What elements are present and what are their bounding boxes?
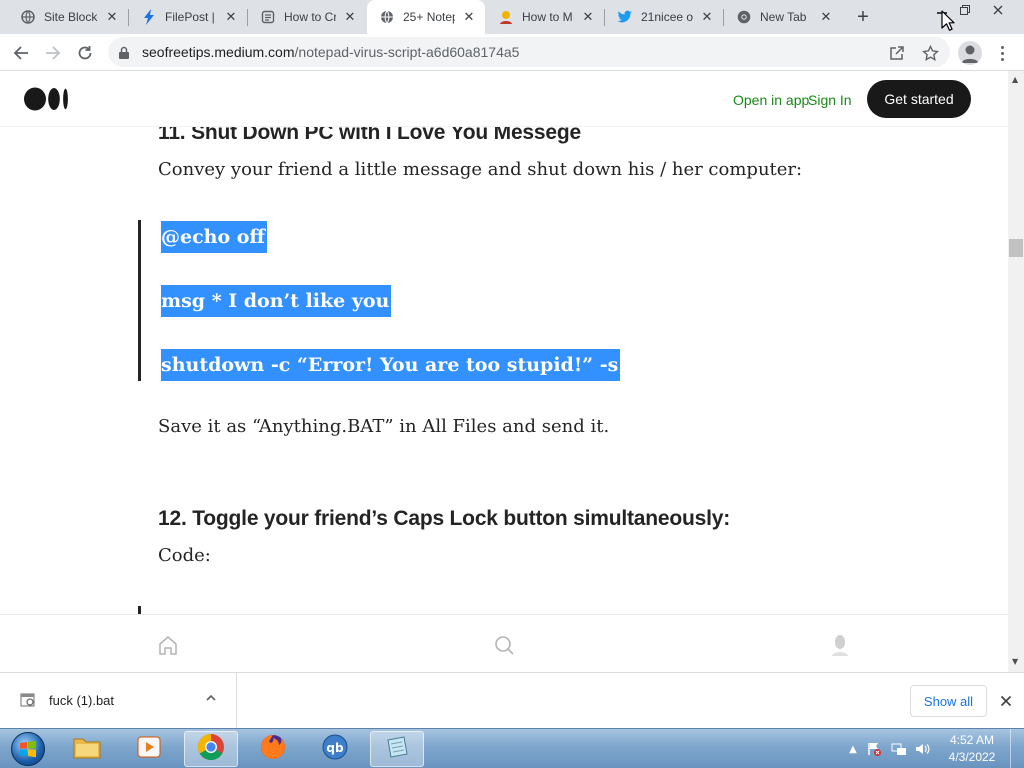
scroll-up-arrow-icon[interactable]: ▲	[1012, 75, 1018, 84]
show-desktop-button[interactable]	[1010, 729, 1024, 768]
windows-logo-icon	[11, 732, 45, 766]
tab-strip: Site Blocke ✕ FilePost | F ✕ How to Cr ✕…	[0, 0, 1024, 34]
tab-how-to-create[interactable]: How to Cr ✕	[248, 0, 366, 34]
section-intro-11: Convey your friend a little message and …	[158, 159, 803, 180]
forward-arrow-icon[interactable]	[40, 40, 66, 66]
twitter-icon	[617, 9, 633, 25]
network-icon[interactable]	[891, 741, 907, 757]
tab-title: How to Cr	[284, 10, 336, 24]
svg-text:qb: qb	[326, 741, 344, 755]
taskbar-notepad[interactable]	[370, 731, 424, 767]
tab-title: Site Blocke	[44, 10, 98, 24]
code-line-msg[interactable]: msg * I don’t like you	[161, 285, 392, 317]
url-path: /notepad-virus-script-a6d60a8174a5	[294, 44, 520, 60]
start-button[interactable]	[2, 730, 54, 768]
lock-icon[interactable]	[118, 45, 130, 64]
chrome-icon	[196, 732, 226, 766]
new-tab-button[interactable]: +	[851, 5, 875, 29]
medium-logo[interactable]	[24, 87, 70, 111]
reload-icon[interactable]	[72, 40, 98, 66]
user-avatar-icon[interactable]	[828, 633, 852, 657]
tab-site-blocker[interactable]: Site Blocke ✕	[8, 0, 128, 34]
taskbar-chrome[interactable]	[184, 731, 238, 767]
home-icon[interactable]	[156, 633, 180, 657]
folder-icon	[72, 734, 102, 764]
tab-title: How to M	[522, 10, 573, 24]
close-tab-icon[interactable]: ✕	[580, 9, 596, 25]
chevron-up-icon[interactable]	[205, 692, 217, 707]
medium-header: Open in app Sign In Get started	[0, 71, 1008, 127]
scrollbar-thumb[interactable]	[1009, 239, 1023, 257]
windows-taskbar: qb ▲ 4:52 AM 4/3/2022	[0, 728, 1024, 768]
download-item[interactable]: fuck (1).bat	[0, 673, 237, 729]
taskbar-clock[interactable]: 4:52 AM 4/3/2022	[937, 732, 1007, 766]
close-tab-icon[interactable]: ✕	[818, 9, 834, 25]
taskbar-qbittorrent[interactable]: qb	[308, 731, 362, 767]
download-file-name: fuck (1).bat	[49, 693, 115, 708]
taskbar-explorer[interactable]	[60, 731, 114, 767]
taskbar-firefox[interactable]	[246, 731, 300, 767]
action-center-flag-icon[interactable]	[866, 741, 882, 757]
tab-how-to-make[interactable]: How to M ✕	[486, 0, 604, 34]
globe-icon	[379, 9, 395, 25]
tab-new-tab[interactable]: New Tab ✕	[724, 0, 842, 34]
sign-in-link[interactable]: Sign In	[808, 92, 852, 108]
address-bar[interactable]: seofreetips.medium.com/notepad-virus-scr…	[108, 37, 950, 67]
media-player-icon	[136, 734, 162, 764]
tab-twitter[interactable]: 21nicee or ✕	[605, 0, 723, 34]
mouse-cursor-icon	[941, 10, 955, 36]
notepad-icon	[384, 734, 410, 764]
restore-icon[interactable]	[951, 0, 979, 20]
code-label: Code:	[158, 545, 211, 566]
scroll-down-arrow-icon[interactable]: ▼	[1012, 657, 1018, 666]
firefox-icon	[259, 733, 287, 765]
tab-title: 21nicee or	[641, 10, 693, 24]
close-tab-icon[interactable]: ✕	[699, 9, 715, 25]
bottom-nav	[0, 614, 1008, 672]
batch-file-icon	[20, 692, 36, 712]
share-icon[interactable]	[888, 44, 906, 62]
globe-icon	[20, 9, 36, 25]
filepost-icon	[141, 9, 157, 25]
url-text: seofreetips.medium.com/notepad-virus-scr…	[142, 44, 519, 60]
close-shelf-icon[interactable]	[996, 691, 1016, 711]
clock-date: 4/3/2022	[948, 750, 996, 764]
taskbar-media-player[interactable]	[122, 731, 176, 767]
avatar-icon	[498, 9, 514, 25]
show-all-button[interactable]: Show all	[910, 685, 987, 717]
close-tab-icon[interactable]: ✕	[461, 9, 477, 25]
tab-title: New Tab	[760, 10, 807, 24]
search-icon[interactable]	[492, 633, 516, 657]
get-started-button[interactable]: Get started	[867, 80, 971, 118]
web-page: 11. Shut Down PC with I Love You Messege…	[0, 71, 1008, 672]
code-line-echo[interactable]: @echo off	[161, 221, 268, 253]
close-tab-icon[interactable]: ✕	[223, 9, 239, 25]
close-tab-icon[interactable]: ✕	[104, 9, 120, 25]
volume-icon[interactable]	[914, 741, 930, 757]
open-in-app-link[interactable]: Open in app	[733, 92, 809, 108]
url-host: seofreetips.medium.com	[142, 44, 295, 60]
tab-notepad-virus[interactable]: 25+ Notep ✕	[367, 0, 485, 34]
chrome-icon	[736, 9, 752, 25]
close-window-icon[interactable]	[984, 0, 1012, 20]
browser-toolbar: seofreetips.medium.com/notepad-virus-scr…	[0, 34, 1024, 71]
download-shelf: fuck (1).bat Show all	[0, 672, 1024, 729]
article-icon	[260, 9, 276, 25]
section-heading-12: 12. Toggle your friend’s Caps Lock butto…	[158, 507, 731, 530]
tab-title: FilePost | F	[165, 10, 217, 24]
tab-title: 25+ Notep	[403, 10, 455, 24]
save-instruction: Save it as “Anything.BAT” in All Files a…	[158, 416, 610, 437]
code-block-border	[138, 220, 141, 381]
show-hidden-icons-icon[interactable]: ▲	[845, 741, 861, 757]
clock-time: 4:52 AM	[949, 733, 995, 747]
back-arrow-icon[interactable]	[8, 40, 34, 66]
chrome-menu-icon[interactable]	[992, 43, 1012, 63]
qbittorrent-icon: qb	[321, 733, 349, 765]
tab-filepost[interactable]: FilePost | F ✕	[129, 0, 247, 34]
close-tab-icon[interactable]: ✕	[342, 9, 358, 25]
profile-avatar[interactable]	[958, 41, 982, 65]
page-scrollbar[interactable]: ▲ ▼	[1008, 71, 1024, 672]
star-bookmark-icon[interactable]	[921, 44, 939, 62]
code-line-shutdown[interactable]: shutdown -c “Error! You are too stupid!”…	[161, 349, 621, 381]
